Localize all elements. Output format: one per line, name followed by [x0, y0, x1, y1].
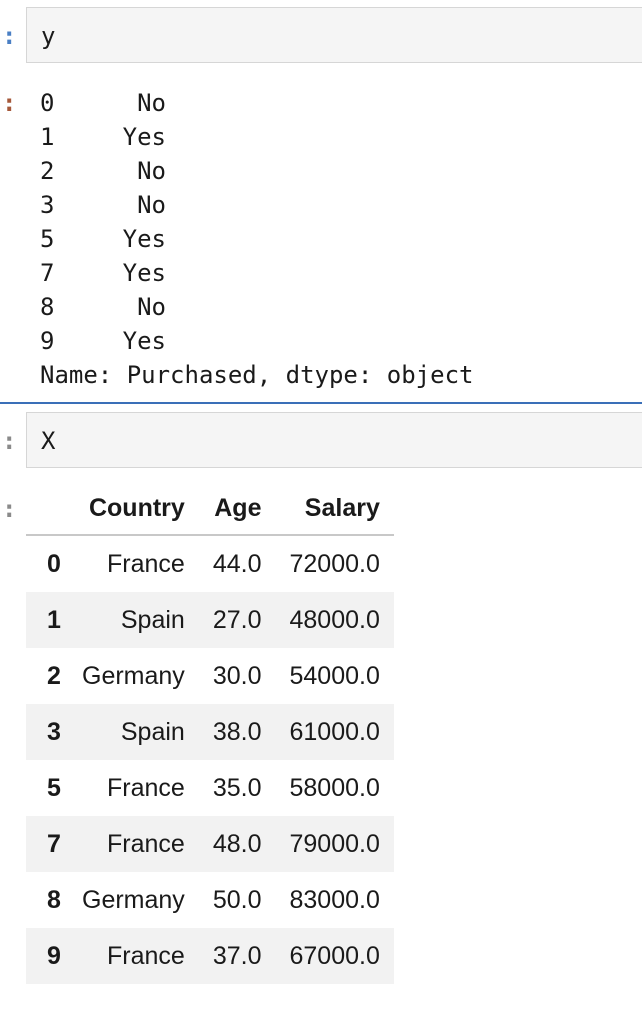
- cell-country: Germany: [82, 661, 185, 690]
- series-index: 3: [40, 191, 55, 219]
- cell-salary: 54000.0: [289, 661, 380, 690]
- series-value: No: [137, 191, 166, 219]
- table-row: 9 France 37.0 67000.0: [26, 928, 394, 984]
- series-index: 2: [40, 157, 55, 185]
- table-row: 3 Spain 38.0 61000.0: [26, 704, 394, 760]
- cell-1-input-prompt: :: [2, 22, 17, 50]
- cell-country: France: [107, 941, 185, 970]
- cell-salary: 83000.0: [289, 885, 380, 914]
- cell-country: France: [107, 773, 185, 802]
- row-index: 5: [47, 773, 61, 802]
- cell-2-output-prompt: :: [2, 495, 17, 523]
- series-index: 5: [40, 225, 55, 253]
- cell-age: 48.0: [212, 829, 262, 858]
- series-row: 0 No: [40, 86, 473, 120]
- series-row: 7 Yes: [40, 256, 473, 290]
- series-index: 1: [40, 123, 55, 151]
- row-index: 1: [47, 605, 61, 634]
- cell-age: 38.0: [212, 717, 262, 746]
- series-row: 3 No: [40, 188, 473, 222]
- cell-country: France: [107, 829, 185, 858]
- cell-age: 44.0: [212, 549, 262, 578]
- dataframe-corner-cell: [26, 482, 68, 536]
- cell-country: Germany: [82, 885, 185, 914]
- series-value: No: [137, 89, 166, 117]
- cell-age: 50.0: [212, 885, 262, 914]
- series-footer: Name: Purchased, dtype: object: [40, 361, 474, 389]
- row-index: 2: [47, 661, 61, 690]
- cell-1-output-prompt: :: [2, 89, 17, 117]
- cell-salary: 61000.0: [289, 717, 380, 746]
- cell-age: 30.0: [212, 661, 262, 690]
- dataframe-table: Country Age Salary 0 France 44.0 72000.0…: [26, 482, 394, 984]
- row-index: 8: [47, 885, 61, 914]
- series-value: Yes: [122, 259, 166, 287]
- dataframe-header-row: Country Age Salary: [26, 482, 394, 536]
- active-cell-divider: [0, 402, 642, 404]
- series-index: 7: [40, 259, 55, 287]
- series-row: 9 Yes: [40, 324, 473, 358]
- table-row: 2 Germany 30.0 54000.0: [26, 648, 394, 704]
- table-row: 0 France 44.0 72000.0: [26, 535, 394, 592]
- cell-salary: 67000.0: [289, 941, 380, 970]
- series-row: 2 No: [40, 154, 473, 188]
- series-index: 8: [40, 293, 55, 321]
- row-index: 9: [47, 941, 61, 970]
- table-row: 7 France 48.0 79000.0: [26, 816, 394, 872]
- series-value: No: [137, 157, 166, 185]
- cell-country: Spain: [120, 717, 185, 746]
- series-value: Yes: [122, 123, 166, 151]
- series-value: No: [137, 293, 166, 321]
- column-header-salary: Salary: [275, 482, 394, 536]
- cell-2-input-prompt: :: [2, 427, 17, 455]
- cell-1-code: y: [41, 22, 56, 50]
- series-row: 8 No: [40, 290, 473, 324]
- series-row: 5 Yes: [40, 222, 473, 256]
- table-row: 8 Germany 50.0 83000.0: [26, 872, 394, 928]
- cell-1-code-editor[interactable]: y: [26, 7, 642, 63]
- cell-salary: 79000.0: [289, 829, 380, 858]
- series-index: 0: [40, 89, 55, 117]
- cell-country: Spain: [120, 605, 185, 634]
- series-row: 1 Yes: [40, 120, 473, 154]
- table-row: 5 France 35.0 58000.0: [26, 760, 394, 816]
- row-index: 0: [47, 549, 61, 578]
- row-index: 7: [47, 829, 61, 858]
- notebook-page: : y : 0 No 1 Yes 2 No 3 No 5 Yes 7 Yes 8 No 9 Ye…: [0, 0, 642, 1012]
- cell-age: 27.0: [212, 605, 262, 634]
- column-header-country: Country: [68, 482, 199, 536]
- cell-country: France: [107, 549, 185, 578]
- cell-2-code: X: [41, 427, 56, 455]
- cell-1-series-output: 0 No 1 Yes 2 No 3 No 5 Yes 7 Yes 8 No 9 Yes Name…: [40, 86, 473, 392]
- series-index: 9: [40, 327, 55, 355]
- cell-2-code-editor[interactable]: X: [26, 412, 642, 468]
- series-value: Yes: [122, 327, 166, 355]
- cell-salary: 48000.0: [289, 605, 380, 634]
- cell-salary: 72000.0: [289, 549, 380, 578]
- row-index: 3: [47, 717, 61, 746]
- table-row: 1 Spain 27.0 48000.0: [26, 592, 394, 648]
- series-value: Yes: [122, 225, 166, 253]
- column-header-age: Age: [198, 482, 276, 536]
- cell-age: 35.0: [212, 773, 262, 802]
- cell-age: 37.0: [212, 941, 262, 970]
- cell-salary: 58000.0: [289, 773, 380, 802]
